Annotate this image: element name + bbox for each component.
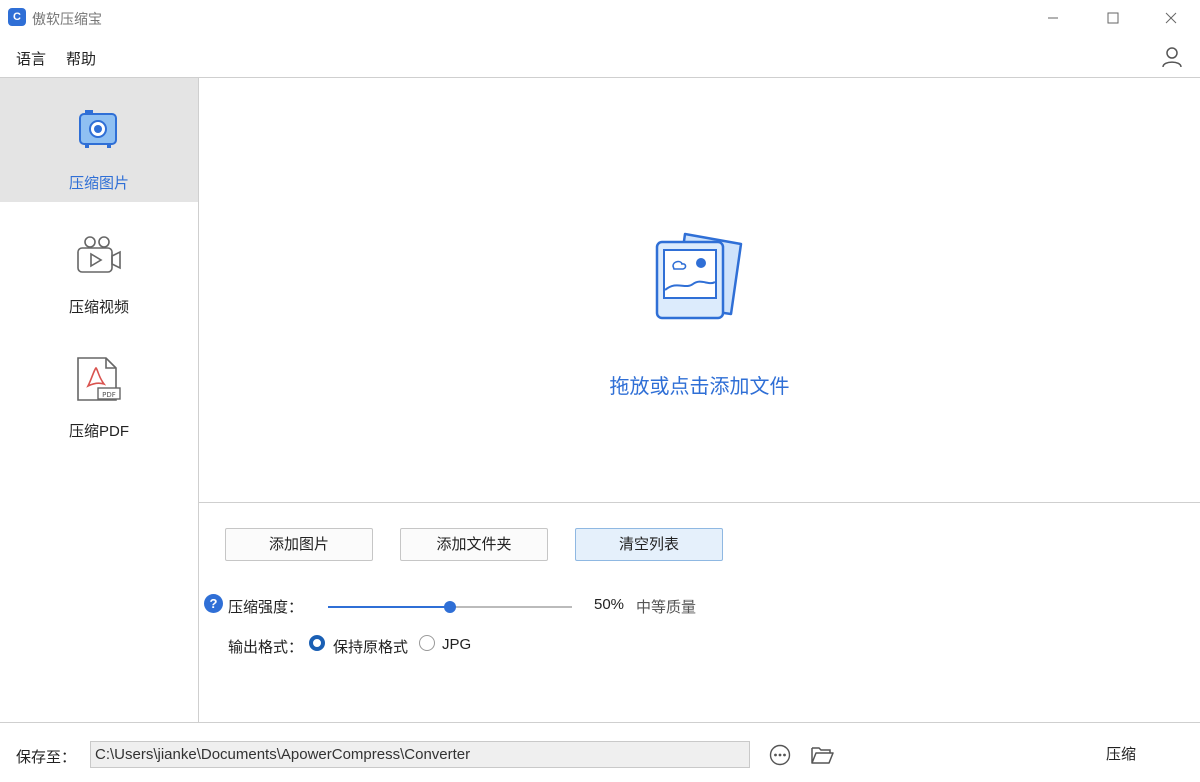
close-icon bbox=[1165, 12, 1177, 24]
open-folder-icon[interactable] bbox=[810, 744, 834, 766]
svg-text:PDF: PDF bbox=[102, 391, 116, 399]
clear-list-button[interactable]: 清空列表 bbox=[575, 528, 723, 561]
radio-jpg-label[interactable]: JPG bbox=[442, 636, 471, 653]
close-button[interactable] bbox=[1148, 4, 1194, 32]
add-folder-button[interactable]: 添加文件夹 bbox=[400, 528, 548, 561]
save-to-label: 保存至： bbox=[16, 749, 77, 766]
image-stack-icon bbox=[655, 232, 743, 320]
radio-keep-format-label[interactable]: 保持原格式 bbox=[333, 636, 408, 657]
help-icon[interactable]: ? bbox=[204, 594, 223, 613]
slider-fill bbox=[328, 606, 450, 608]
sidebar-item-compress-image[interactable]: 压缩图片 bbox=[0, 78, 198, 202]
sidebar-item-compress-pdf[interactable]: PDF 压缩PDF bbox=[0, 326, 198, 450]
pdf-file-icon: PDF bbox=[77, 357, 121, 401]
compression-strength-label: 压缩强度： bbox=[228, 599, 304, 616]
app-title: 傲软压缩宝 bbox=[32, 11, 102, 27]
sidebar-item-label: 压缩图片 bbox=[68, 175, 129, 192]
app-window: C 傲软压缩宝 语言 帮助 压缩图片 压缩视频 PDF 压缩PDF 拖放或点击添… bbox=[0, 0, 1200, 782]
minimize-icon bbox=[1048, 17, 1058, 19]
divider-bottom bbox=[0, 722, 1200, 723]
maximize-button[interactable] bbox=[1090, 4, 1136, 32]
sidebar-item-compress-video[interactable]: 压缩视频 bbox=[0, 202, 198, 326]
compression-value: 50% bbox=[594, 596, 625, 613]
slider-thumb[interactable] bbox=[444, 601, 456, 613]
menu-help[interactable]: 帮助 bbox=[66, 48, 96, 69]
quality-description: 中等质量 bbox=[636, 599, 697, 616]
sidebar-item-label: 压缩视频 bbox=[68, 299, 129, 316]
radio-keep-format[interactable] bbox=[309, 635, 325, 651]
maximize-icon bbox=[1107, 12, 1119, 24]
user-account-icon[interactable] bbox=[1160, 45, 1184, 69]
title-bar[interactable]: C 傲软压缩宝 bbox=[0, 0, 1200, 36]
output-format-label: 输出格式： bbox=[228, 639, 304, 656]
add-image-button[interactable]: 添加图片 bbox=[225, 528, 373, 561]
app-logo-icon: C bbox=[8, 8, 26, 26]
video-camera-icon bbox=[77, 236, 121, 273]
compression-slider[interactable] bbox=[328, 601, 572, 613]
file-drop-zone[interactable]: 拖放或点击添加文件 bbox=[199, 78, 1200, 502]
output-path-field[interactable]: C:\Users\jianke\Documents\ApowerCompress… bbox=[90, 741, 750, 768]
minimize-button[interactable] bbox=[1030, 4, 1076, 32]
compress-button[interactable]: 压缩 bbox=[1058, 738, 1184, 772]
radio-jpg[interactable] bbox=[419, 635, 435, 651]
image-compress-icon bbox=[79, 110, 117, 148]
dropzone-hint: 拖放或点击添加文件 bbox=[609, 376, 790, 398]
menu-bar: 语言 帮助 bbox=[0, 40, 1200, 74]
sidebar: 压缩图片 压缩视频 PDF 压缩PDF bbox=[0, 78, 198, 722]
more-options-icon[interactable] bbox=[769, 744, 791, 766]
sidebar-item-label: 压缩PDF bbox=[68, 423, 129, 440]
menu-language[interactable]: 语言 bbox=[16, 48, 46, 69]
divider-dropzone bbox=[199, 502, 1200, 503]
